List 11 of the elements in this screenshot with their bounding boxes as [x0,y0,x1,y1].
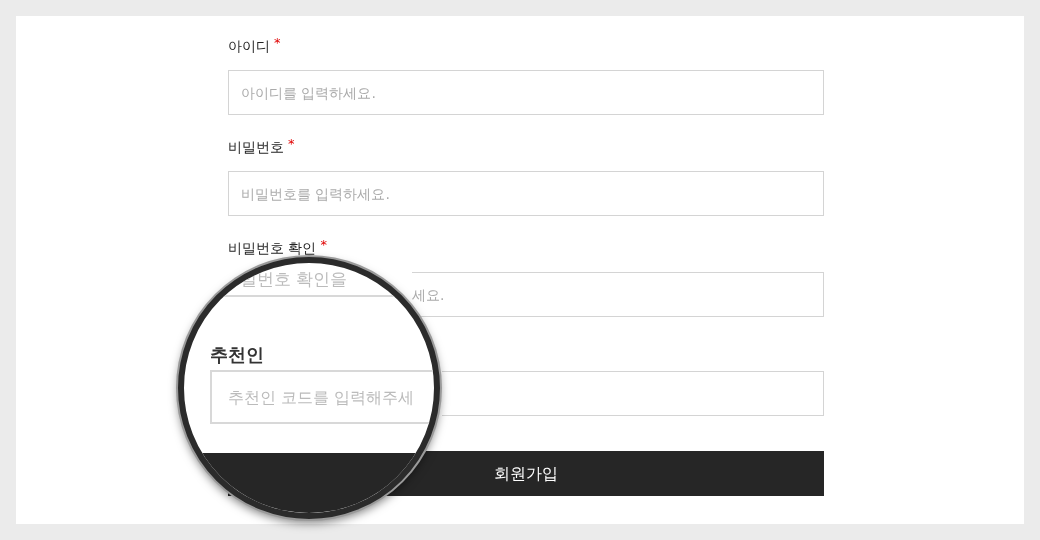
required-icon: * [320,238,327,251]
field-label: 비밀번호 확인 [228,239,317,258]
field-label: 아이디 [228,37,270,56]
input-field[interactable] [442,371,824,416]
input-field[interactable]: 비밀번호를 입력하세요. [228,171,824,216]
required-icon: * [288,137,295,150]
magnified-label: 추천인 [210,343,264,367]
input-field[interactable]: 추천인 코드를 입력해주세 [210,370,434,424]
field-label: 비밀번호 [228,138,284,157]
input-field[interactable]: 아이디를 입력하세요. [228,70,824,115]
required-icon: * [274,36,281,49]
